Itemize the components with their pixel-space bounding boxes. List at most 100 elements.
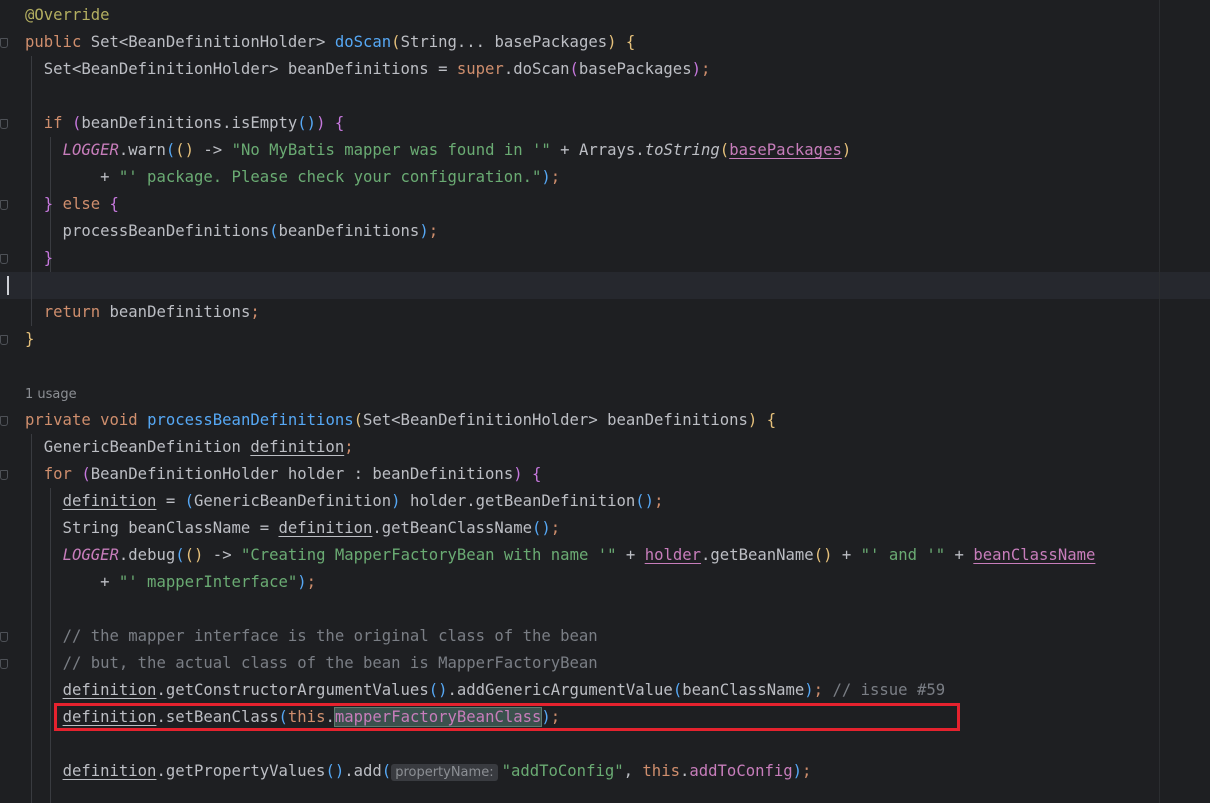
code-token: String... basePackages	[400, 33, 608, 51]
code-token: String beanClassName =	[25, 519, 279, 537]
code-token: "Creating MapperFactoryBean with name '"	[240, 546, 617, 564]
code-token: +	[25, 573, 119, 591]
code-token: (	[719, 141, 730, 159]
fold-toggle-icon[interactable]	[0, 470, 8, 480]
code-token: {	[766, 411, 777, 429]
code-token: (	[569, 60, 579, 78]
code-token: processBeanDefinitions	[147, 411, 354, 429]
code-token: ()	[184, 546, 204, 564]
code-token: doScan	[334, 33, 392, 51]
code-token: (	[672, 681, 683, 699]
usage-count-label[interactable]: 1 usage	[25, 387, 77, 402]
code-line: }	[25, 326, 34, 353]
code-token: )	[607, 33, 617, 51]
code-token: (	[353, 411, 363, 429]
code-token: (	[269, 222, 279, 240]
code-token: (	[184, 492, 195, 510]
code-token: for	[43, 465, 72, 483]
code-token: (	[381, 762, 392, 780]
code-token: .getPropertyValues	[156, 762, 326, 780]
code-token: )	[419, 222, 429, 240]
right-margin-guide	[1159, 0, 1160, 803]
code-editor[interactable]: @Override public Set<BeanDefinitionHolder…	[0, 0, 1210, 803]
code-token: ;	[344, 438, 354, 456]
code-token: // issue #59	[823, 681, 946, 699]
highlight-annotation-box	[54, 703, 960, 731]
code-token: LOGGER	[62, 141, 119, 159]
code-token: }	[43, 195, 54, 213]
code-token: // but, the actual class of the bean is …	[62, 654, 598, 672]
code-line: for (BeanDefinitionHolder holder : beanD…	[25, 461, 542, 488]
code-token: }	[25, 330, 35, 348]
code-token: ()	[635, 492, 655, 510]
code-line: return beanDefinitions;	[25, 299, 260, 326]
code-line: definition.getConstructorArgumentValues (…	[25, 677, 946, 704]
fold-toggle-icon[interactable]	[0, 335, 8, 345]
code-token: ->	[194, 141, 232, 159]
code-token: processBeanDefinitions	[25, 222, 270, 240]
code-token: ;	[428, 222, 439, 240]
code-token: .	[679, 762, 690, 780]
code-token: (	[71, 114, 82, 132]
code-token: )	[691, 60, 701, 78]
code-token: GenericBeanDefinition	[25, 438, 251, 456]
fold-toggle-icon[interactable]	[0, 38, 8, 48]
code-token: beanClassName	[973, 546, 1096, 564]
code-token: .getConstructorArgumentValues	[156, 681, 429, 699]
code-token: "' package. Please check your configurat…	[118, 168, 542, 186]
code-token: "No MyBatis mapper was found in '"	[231, 141, 551, 159]
text-caret	[7, 276, 9, 295]
code-token: definition	[62, 681, 157, 699]
code-token: "addToConfig"	[501, 762, 624, 780]
code-token: (	[175, 546, 185, 564]
code-token: addToConfig	[689, 762, 793, 780]
fold-toggle-icon[interactable]	[0, 632, 8, 642]
code-token: + Arrays.	[550, 141, 645, 159]
code-line: LOGGER.warn(() -> "No MyBatis mapper was…	[25, 137, 852, 164]
code-token: void	[100, 411, 148, 429]
code-token: GenericBeanDefinition	[194, 492, 392, 510]
code-token: definition	[62, 492, 157, 510]
usage-hint[interactable]: 1 usage	[25, 380, 77, 407]
code-token: (	[81, 465, 91, 483]
code-token: ;	[250, 303, 260, 321]
code-token: .getBeanName	[701, 546, 814, 564]
fold-toggle-icon[interactable]	[0, 416, 8, 426]
fold-toggle-icon[interactable]	[0, 659, 8, 669]
code-token: }	[43, 249, 54, 267]
code-line: }	[25, 245, 53, 272]
code-token: holder	[644, 546, 702, 564]
code-token: )	[804, 681, 814, 699]
code-token: definition	[278, 519, 373, 537]
code-token: ()	[325, 762, 345, 780]
code-token: definition	[250, 438, 345, 456]
code-token: this	[642, 762, 680, 780]
code-line: LOGGER.debug(() -> "Creating MapperFacto…	[25, 542, 1096, 569]
code-token: super	[456, 60, 504, 78]
code-token: ()	[297, 114, 317, 132]
fold-toggle-icon[interactable]	[0, 200, 8, 210]
code-line: } else {	[25, 191, 119, 218]
fold-toggle-icon[interactable]	[0, 119, 8, 129]
code-token: {	[625, 33, 636, 51]
code-token: beanClassName	[682, 681, 805, 699]
code-token: .getBeanClassName	[372, 519, 532, 537]
fold-toggle-icon[interactable]	[0, 254, 8, 264]
code-line: definition = (GenericBeanDefinition) hol…	[25, 488, 664, 515]
code-token: return	[43, 303, 101, 321]
code-token: ;	[550, 519, 561, 537]
code-token: Set<BeanDefinitionHolder>	[90, 33, 335, 51]
